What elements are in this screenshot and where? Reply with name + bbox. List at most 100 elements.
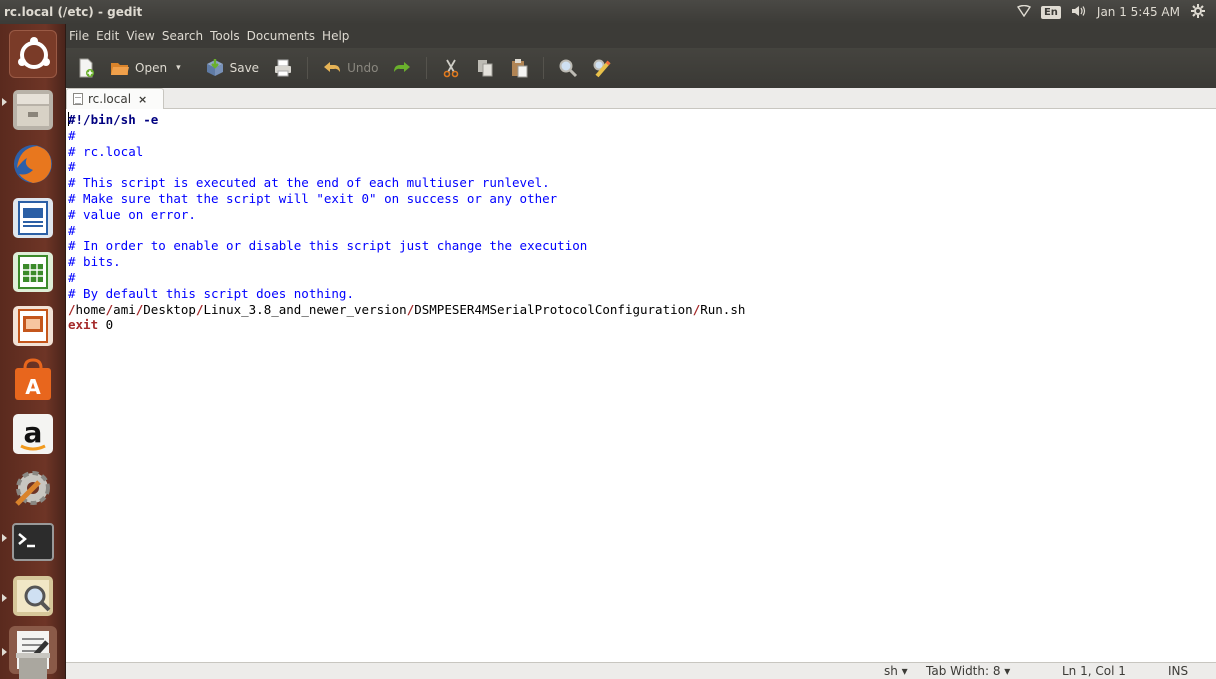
text-editor-area[interactable]: #!/bin/sh -e # # rc.local # # This scrip… xyxy=(66,109,1216,662)
path-segment: Run.sh xyxy=(700,301,746,317)
code-line: # xyxy=(68,127,76,143)
code-line: # value on error. xyxy=(68,206,196,222)
text-document-icon xyxy=(73,93,83,105)
statusbar: sh ▾ Tab Width: 8 ▾ Ln 1, Col 1 INS xyxy=(66,662,1216,679)
cut-button[interactable] xyxy=(441,58,461,78)
replace-icon xyxy=(592,58,612,78)
trash-icon[interactable] xyxy=(9,652,57,679)
new-document-button[interactable] xyxy=(76,58,96,78)
copy-button[interactable] xyxy=(475,58,495,78)
undo-button[interactable]: Undo xyxy=(322,58,378,78)
shebang: #!/bin/sh -e xyxy=(68,112,159,127)
new-document-icon xyxy=(76,58,96,78)
code-line: #!/bin/sh -e xyxy=(68,112,1216,128)
menu-help[interactable]: Help xyxy=(321,27,350,45)
save-icon xyxy=(205,58,225,78)
tab-rc-local[interactable]: rc.local × xyxy=(66,88,164,109)
running-indicator xyxy=(2,594,7,602)
code-line-exit: exit 0 xyxy=(68,317,1216,333)
running-indicator xyxy=(2,534,7,542)
open-recent-dropdown-icon[interactable]: ▾ xyxy=(176,63,181,73)
code-line: # This script is executed at the end of … xyxy=(68,175,550,191)
code-line-path: /home/ami/Desktop/Linux_3.8_and_newer_ve… xyxy=(68,302,1216,318)
toolbar-separator xyxy=(307,57,309,79)
menu-tools[interactable]: Tools xyxy=(209,27,241,45)
print-button[interactable] xyxy=(273,58,293,78)
impress-icon[interactable] xyxy=(9,302,57,350)
close-icon[interactable]: × xyxy=(138,93,147,106)
path-segment: DSMPESER4MSerialProtocolConfiguration xyxy=(414,301,693,317)
menu-file[interactable]: File xyxy=(68,27,90,45)
cursor-position: Ln 1, Col 1 xyxy=(1062,664,1126,678)
save-label: Save xyxy=(229,61,260,75)
path-segment: Desktop xyxy=(143,301,196,317)
language-selector[interactable]: sh ▾ xyxy=(884,664,908,678)
menu-search[interactable]: Search xyxy=(161,27,204,45)
folder-open-icon xyxy=(110,58,130,78)
code-line: # rc.local xyxy=(68,143,144,159)
path-segment: Linux_3.8_and_newer_version xyxy=(203,301,407,317)
menubar: File Edit View Search Tools Documents He… xyxy=(66,24,1216,48)
svg-text:a: a xyxy=(24,416,43,449)
running-indicator xyxy=(2,648,7,656)
svg-text:A: A xyxy=(25,375,41,399)
toolbar: Open ▾ Save Undo xyxy=(66,48,1216,88)
calc-icon[interactable] xyxy=(9,248,57,296)
menu-view[interactable]: View xyxy=(125,27,155,45)
path-segment: ami xyxy=(113,301,136,317)
terminal-icon[interactable] xyxy=(9,518,57,566)
top-panel: rc.local (/etc) - gedit En Jan 1 5:45 AM xyxy=(0,0,1216,24)
find-replace-button[interactable] xyxy=(592,58,612,78)
clock[interactable]: Jan 1 5:45 AM xyxy=(1097,5,1180,19)
code-line: # bits. xyxy=(68,254,121,270)
menu-documents[interactable]: Documents xyxy=(246,27,316,45)
path-segment: home xyxy=(75,301,106,317)
code-line: # xyxy=(68,269,76,285)
cut-icon xyxy=(441,58,461,78)
print-icon xyxy=(273,58,293,78)
image-viewer-icon[interactable] xyxy=(9,572,57,620)
undo-icon xyxy=(322,58,342,78)
exit-code: 0 xyxy=(98,317,114,333)
keyword-exit: exit xyxy=(68,317,99,333)
find-button[interactable] xyxy=(558,58,578,78)
redo-icon xyxy=(392,58,412,78)
files-icon[interactable] xyxy=(9,86,57,134)
search-icon xyxy=(558,58,578,78)
code-line: # By default this script does nothing. xyxy=(68,285,354,301)
save-button[interactable]: Save xyxy=(205,58,259,78)
path-separator: / xyxy=(195,301,204,317)
firefox-icon[interactable] xyxy=(9,140,57,188)
gear-icon[interactable] xyxy=(1190,3,1206,22)
code-line: # xyxy=(68,222,76,238)
dash-home-icon[interactable] xyxy=(9,30,57,78)
open-button[interactable]: Open ▾ xyxy=(110,58,191,78)
copy-icon xyxy=(475,58,495,78)
insert-mode-indicator: INS xyxy=(1168,664,1189,678)
code-line: # In order to enable or disable this scr… xyxy=(68,238,588,254)
redo-button[interactable] xyxy=(392,58,412,78)
system-settings-icon[interactable] xyxy=(9,464,57,512)
document-tabbar: rc.local × xyxy=(66,88,1216,109)
indicator-area: En Jan 1 5:45 AM xyxy=(1016,3,1206,22)
paste-icon xyxy=(509,58,529,78)
tab-width-selector[interactable]: Tab Width: 8 ▾ xyxy=(926,664,1010,678)
network-icon[interactable] xyxy=(1016,4,1031,20)
volume-icon[interactable] xyxy=(1071,5,1087,20)
undo-label: Undo xyxy=(347,61,379,75)
keyboard-layout-indicator[interactable]: En xyxy=(1040,5,1061,19)
open-label: Open xyxy=(135,61,168,75)
toolbar-separator xyxy=(543,57,545,79)
code-line: # xyxy=(68,159,76,175)
writer-icon[interactable] xyxy=(9,194,57,242)
path-separator: / xyxy=(68,301,76,317)
running-indicator xyxy=(2,98,7,106)
launcher: A a xyxy=(0,24,66,679)
menu-edit[interactable]: Edit xyxy=(95,27,120,45)
paste-button[interactable] xyxy=(509,58,529,78)
amazon-icon[interactable]: a xyxy=(9,410,57,458)
toolbar-separator xyxy=(426,57,428,79)
software-center-icon[interactable]: A xyxy=(9,356,57,404)
window-title: rc.local (/etc) - gedit xyxy=(4,5,143,19)
code-line: # Make sure that the script will "exit 0… xyxy=(68,190,558,206)
